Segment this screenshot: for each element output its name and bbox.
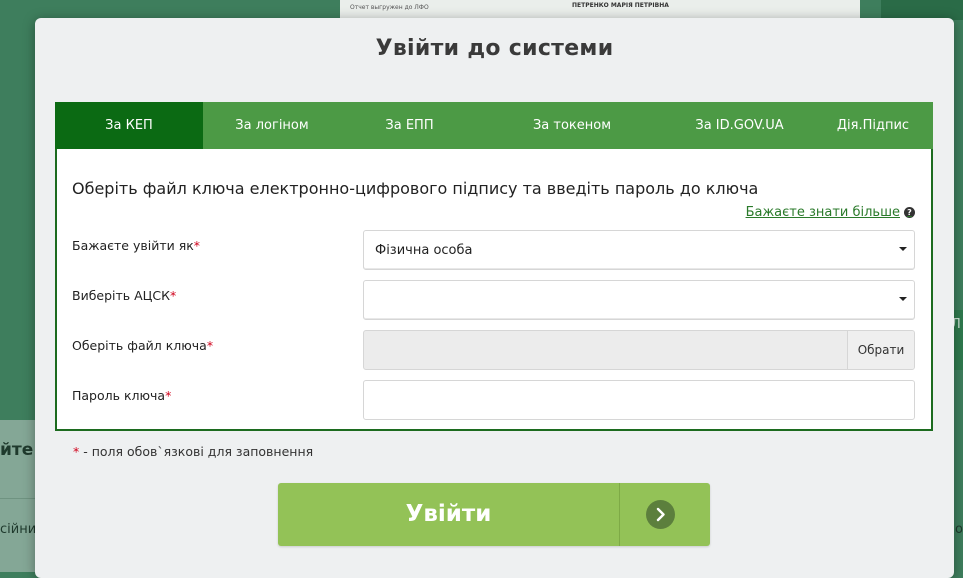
password-input[interactable] (363, 380, 915, 420)
tab-login[interactable]: За логіном (203, 102, 341, 149)
background-doc-text: Отчет выгружен до ЛФО (350, 4, 429, 11)
required-note: * - поля обов`язкові для заповнення (73, 444, 313, 459)
required-mark: * (206, 338, 214, 353)
tab-diia-pidpys[interactable]: Дія.Підпис (813, 102, 933, 149)
background-corner (881, 0, 963, 20)
required-note-text: - поля обов`язкові для заповнення (79, 444, 314, 459)
chevron-down-icon (899, 297, 907, 301)
login-button-label: Увійти (405, 501, 492, 527)
password-label: Пароль ключа* (72, 388, 171, 403)
login-as-label-text: Бажаєте увійти як (72, 238, 194, 253)
password-label-text: Пароль ключа (72, 388, 166, 403)
login-button-divider (619, 483, 620, 546)
kep-panel: Оберіть файл ключа електронно-цифрового … (55, 149, 933, 431)
background-card: Отчет выгружен до ЛФО ПЕТРЕНКО МАРІЯ ПЕТ… (340, 0, 860, 20)
modal-title: Увійти до системи (375, 36, 614, 61)
background-divider (0, 498, 40, 499)
tab-epp[interactable]: За ЕПП (341, 102, 478, 149)
key-file-input[interactable]: Обрати (363, 330, 915, 370)
choose-file-button[interactable]: Обрати (847, 331, 914, 369)
key-file-label-text: Оберіть файл ключа (72, 338, 207, 353)
login-as-select[interactable]: Фізична особа (363, 230, 915, 270)
chevron-right-icon (646, 500, 675, 529)
tab-kep[interactable]: За КЕП (55, 102, 203, 149)
panel-heading: Оберіть файл ключа електронно-цифрового … (72, 179, 759, 198)
login-modal: Увійти до системи За КЕП За логіном За Е… (35, 18, 954, 578)
required-mark: * (193, 238, 201, 253)
background-right-text: о (955, 522, 963, 537)
acsk-label: Виберіть АЦСК* (72, 288, 176, 303)
background-left-heading: йте (0, 440, 34, 460)
login-button[interactable]: Увійти (278, 483, 710, 546)
chevron-down-icon (899, 247, 907, 251)
required-mark: * (165, 388, 172, 403)
required-mark: * (170, 288, 177, 303)
key-file-label: Оберіть файл ключа* (72, 338, 213, 353)
auth-tabs: За КЕП За логіном За ЕПП За токеном За I… (55, 102, 933, 149)
acsk-select[interactable] (363, 280, 915, 320)
background-person-name: ПЕТРЕНКО МАРІЯ ПЕТРІВНА (572, 2, 669, 9)
background-left-text: сійни (0, 522, 37, 537)
tab-token[interactable]: За токеном (478, 102, 666, 149)
question-icon: ? (904, 207, 915, 218)
learn-more-label: Бажаєте знати більше (745, 205, 900, 220)
acsk-label-text: Виберіть АЦСК (72, 288, 170, 303)
login-as-label: Бажаєте увійти як* (72, 238, 200, 253)
learn-more-link[interactable]: Бажаєте знати більше ? (746, 205, 915, 220)
tab-id-gov-ua[interactable]: За ID.GOV.UA (666, 102, 813, 149)
login-as-value: Фізична особа (375, 243, 473, 258)
